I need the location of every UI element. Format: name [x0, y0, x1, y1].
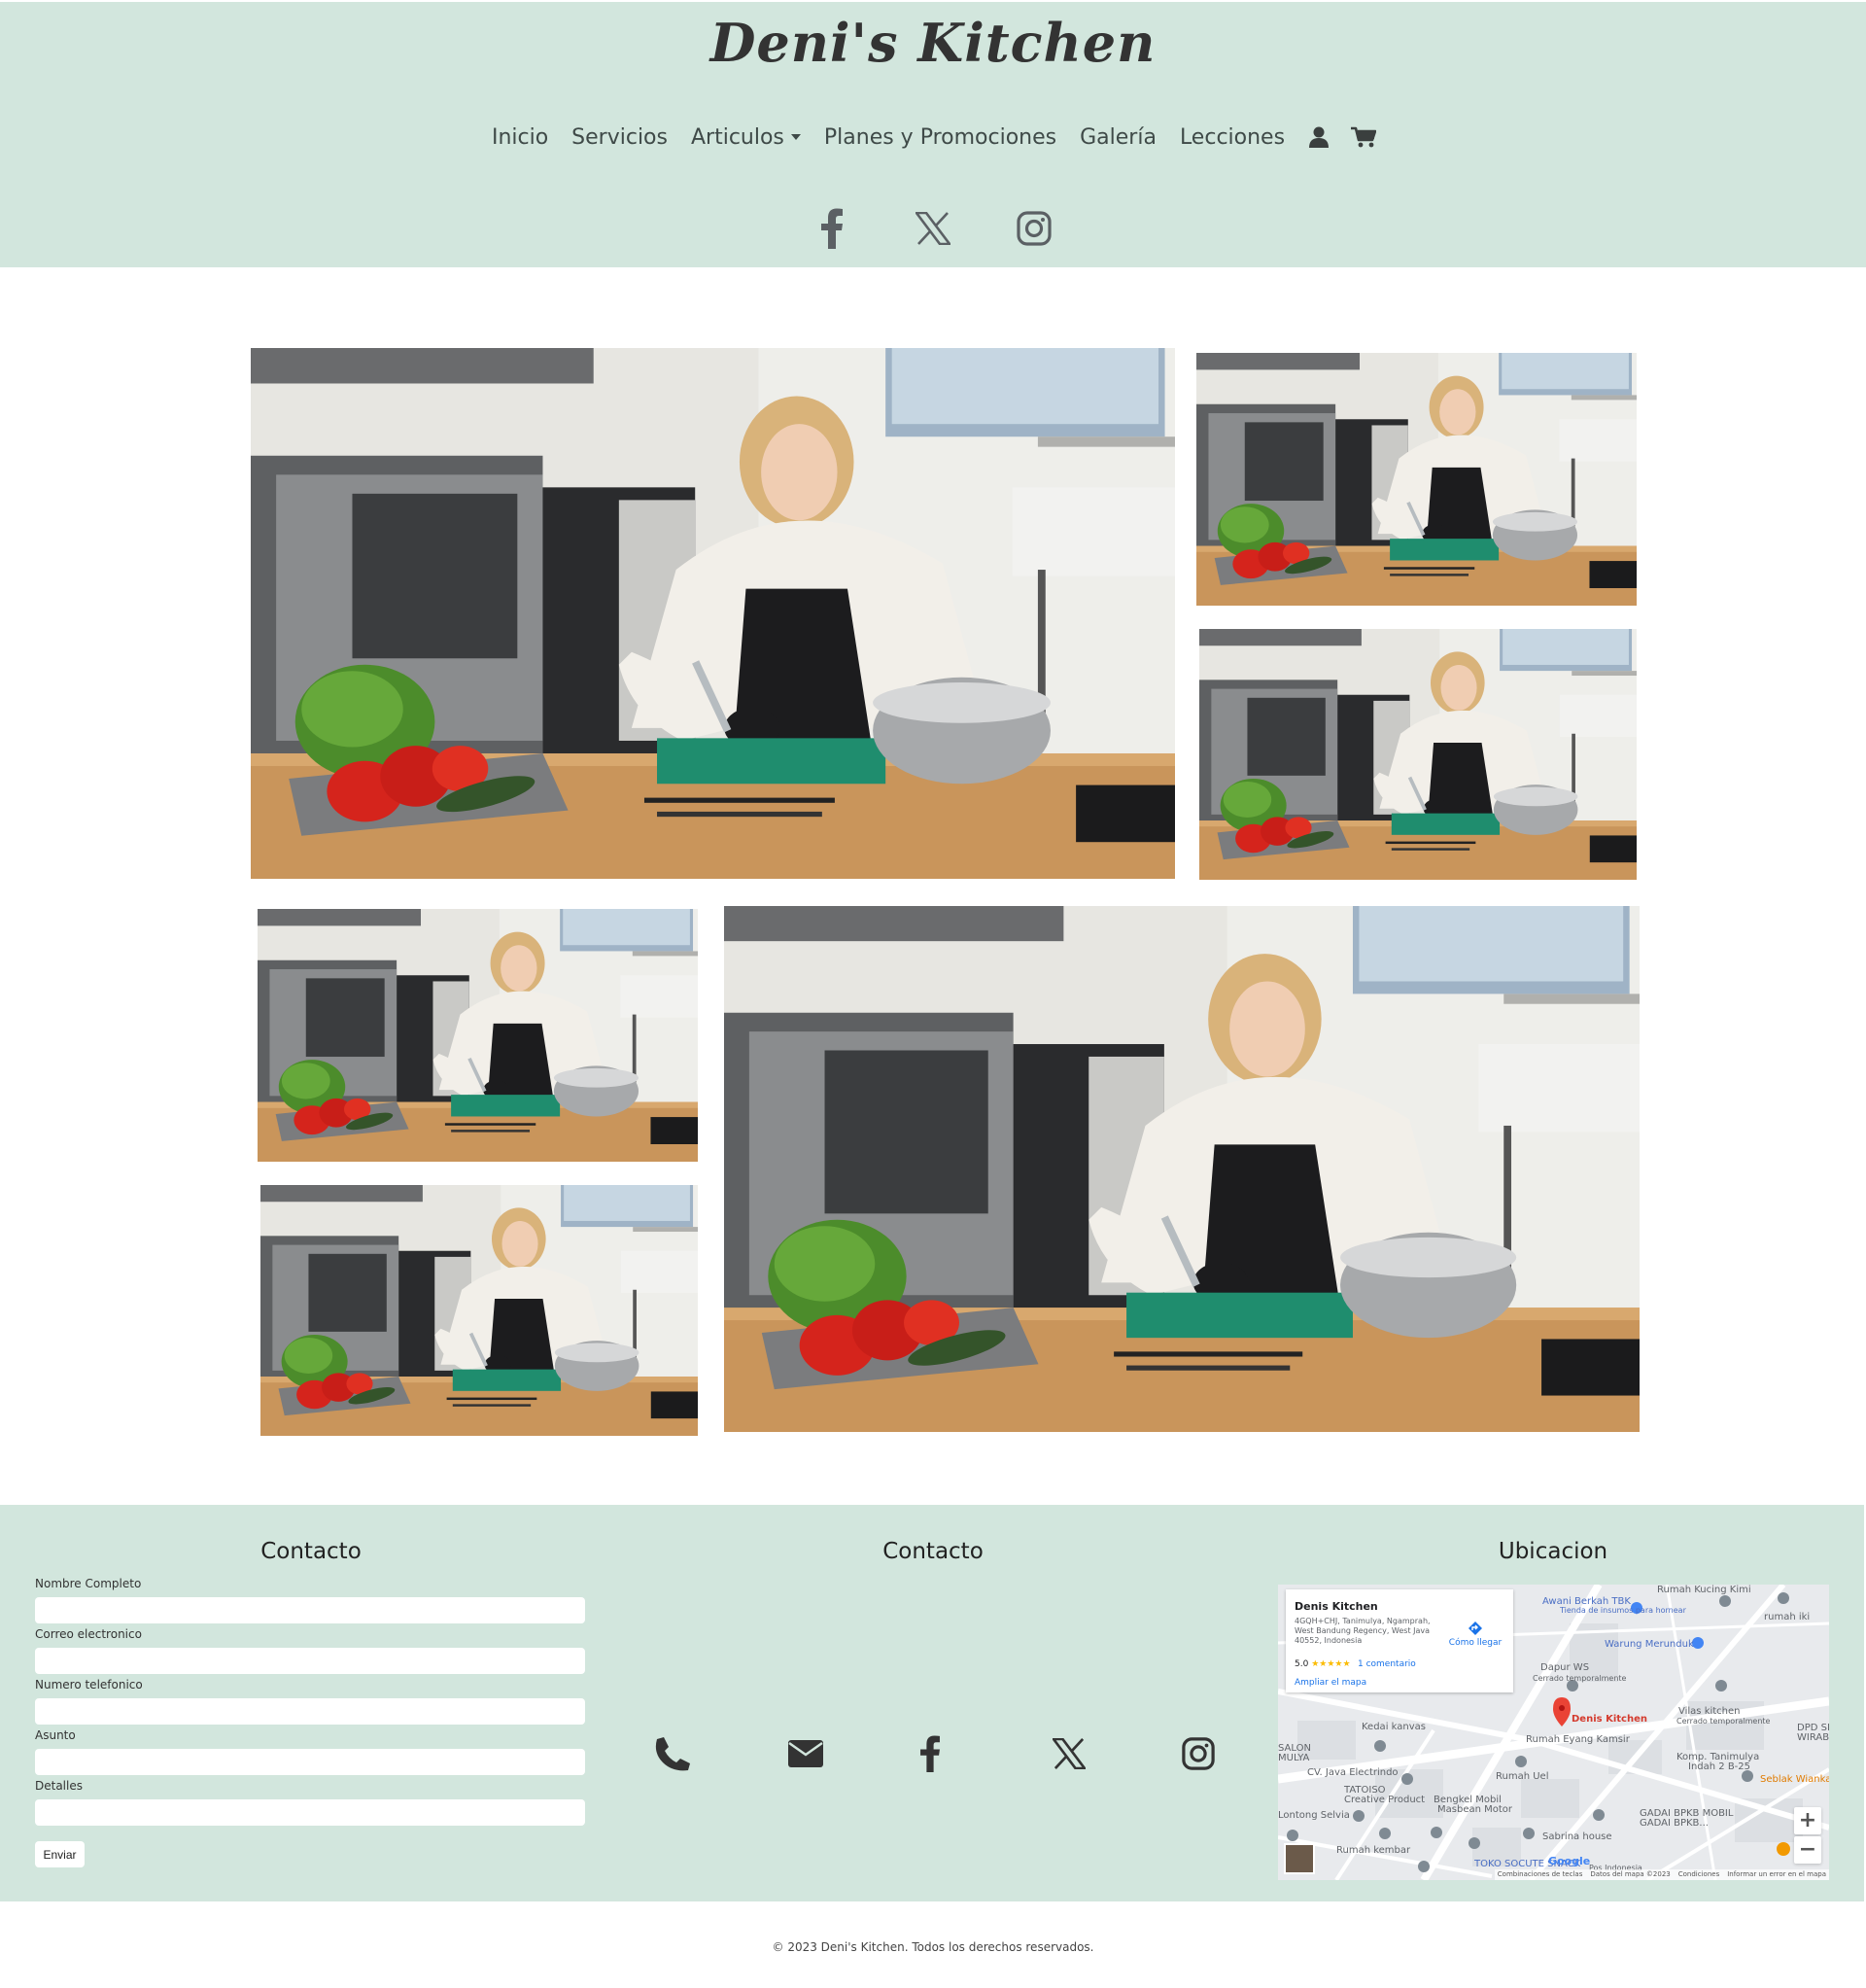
map-label: Creative Product: [1344, 1795, 1426, 1805]
map-label: rumah iki: [1764, 1612, 1811, 1622]
map-place-rating: 5.0 ★★★★★: [1295, 1659, 1351, 1669]
map-zoom-out-button[interactable]: −: [1794, 1836, 1821, 1864]
site-header: Deni's Kitchen Inicio Servicios Articulo…: [0, 2, 1866, 267]
facebook-icon[interactable]: [909, 1732, 951, 1775]
nav-label: Galería: [1080, 124, 1157, 150]
nav-label: Articulos: [690, 124, 784, 150]
map-pin-label[interactable]: Denis Kitchen: [1572, 1714, 1647, 1725]
map-place-name: Denis Kitchen: [1295, 1600, 1378, 1613]
map-directions-link[interactable]: Cómo llegar: [1446, 1622, 1504, 1648]
location-title: Ubicacion: [1498, 1539, 1608, 1564]
gallery-image-large-2[interactable]: [724, 906, 1640, 1432]
map-label: Rumah Uel: [1496, 1771, 1549, 1782]
gallery-image-small-4[interactable]: [260, 1185, 698, 1436]
map-label: Kedai kanvas: [1362, 1722, 1426, 1732]
map-place-address: 4GQH+CHJ, Tanimulya, Ngamprah, West Band…: [1295, 1617, 1431, 1645]
email-label: Correo electronico: [35, 1627, 142, 1641]
nav-item-galeria[interactable]: Galería: [1068, 125, 1168, 150]
rating-value: 5.0: [1295, 1659, 1309, 1669]
user-icon[interactable]: [1296, 122, 1341, 152]
map-reviews-link[interactable]: 1 comentario: [1358, 1659, 1416, 1669]
nav-label: Inicio: [491, 124, 549, 150]
directions-icon: [1469, 1622, 1482, 1635]
nav-item-inicio[interactable]: Inicio: [480, 125, 560, 150]
gallery-image-small-1[interactable]: [1196, 353, 1637, 606]
details-label: Detalles: [35, 1779, 83, 1793]
nav-label: Servicios: [571, 124, 668, 150]
map-label: Lontong Selvia: [1278, 1810, 1350, 1821]
map-attribution-item[interactable]: Informar un error en el mapa: [1727, 1870, 1826, 1879]
map-attribution-item: Datos del mapa ©2023: [1590, 1870, 1671, 1878]
gallery-image-large-1[interactable]: [251, 348, 1175, 879]
map-label: MULYA: [1278, 1753, 1310, 1763]
nav-item-servicios[interactable]: Servicios: [560, 125, 679, 150]
map-label: Rumah Eyang Kamsir: [1526, 1734, 1630, 1745]
map-label: Cerrado temporalmente: [1676, 1717, 1771, 1726]
nav-label: Planes y Promociones: [823, 124, 1057, 150]
star-rating-icon: ★★★★★: [1311, 1659, 1351, 1669]
x-icon[interactable]: [1048, 1732, 1090, 1775]
instagram-icon[interactable]: [1177, 1732, 1220, 1775]
cart-icon[interactable]: [1341, 122, 1386, 152]
map-label: Rumah kembar: [1336, 1845, 1411, 1856]
phone-label: Numero telefonico: [35, 1678, 143, 1692]
map-attribution-item[interactable]: Combinaciones de teclas: [1498, 1870, 1583, 1879]
details-input[interactable]: [35, 1799, 585, 1826]
facebook-icon[interactable]: [812, 206, 852, 251]
nav-item-articulos-dropdown[interactable]: Articulos: [679, 125, 812, 150]
contact-form-title: Contacto: [260, 1539, 362, 1564]
directions-label: Cómo llegar: [1448, 1638, 1503, 1648]
full-name-label: Nombre Completo: [35, 1577, 142, 1590]
instagram-icon[interactable]: [1014, 206, 1054, 251]
map-zoom-in-button[interactable]: +: [1794, 1807, 1821, 1834]
x-icon[interactable]: [913, 206, 953, 251]
gallery-image-small-2[interactable]: [1199, 629, 1637, 880]
map-label: Dapur WS: [1540, 1662, 1590, 1673]
caret-down-icon: [790, 134, 801, 140]
map-place-card: Denis Kitchen 4GQH+CHJ, Tanimulya, Ngamp…: [1286, 1589, 1513, 1692]
map-label: Indah 2 B-25: [1688, 1761, 1751, 1772]
map-label: Masbean Motor: [1437, 1804, 1513, 1815]
map-label: WIRAB: [1797, 1732, 1829, 1743]
main-nav: Inicio Servicios Articulos Planes y Prom…: [0, 122, 1866, 152]
phone-input[interactable]: [35, 1698, 585, 1725]
email-input[interactable]: [35, 1648, 585, 1674]
embedded-map[interactable]: Awani Berkah TBK Tienda de insumos para …: [1278, 1585, 1829, 1880]
nav-label: Lecciones: [1179, 124, 1286, 150]
map-label: Warung Merunduk: [1605, 1639, 1694, 1650]
nav-item-planes[interactable]: Planes y Promociones: [812, 125, 1068, 150]
map-label: Tienda de insumos para hornear: [1560, 1606, 1686, 1615]
gallery-image-small-3[interactable]: [258, 909, 698, 1162]
map-label: Sabrina house: [1542, 1831, 1612, 1842]
full-name-input[interactable]: [35, 1597, 585, 1623]
send-button[interactable]: Enviar: [35, 1841, 85, 1867]
map-label: Cerrado temporalmente: [1533, 1674, 1627, 1683]
map-layer-thumbnail[interactable]: [1284, 1843, 1315, 1874]
header-social-links: [0, 206, 1866, 251]
copyright-text: © 2023 Deni's Kitchen. Todos los derecho…: [772, 1940, 1094, 1954]
contact-icons-title: Contacto: [882, 1539, 984, 1564]
google-logo: Google: [1548, 1855, 1591, 1867]
envelope-icon[interactable]: [784, 1732, 827, 1775]
subject-label: Asunto: [35, 1728, 76, 1742]
map-enlarge-link[interactable]: Ampliar el mapa: [1295, 1678, 1366, 1688]
map-attribution-item[interactable]: Condiciones: [1678, 1870, 1719, 1879]
map-label: CV. Java Electrindo: [1307, 1767, 1399, 1778]
map-attribution: Combinaciones de teclas Datos del mapa ©…: [1494, 1869, 1829, 1880]
phone-icon[interactable]: [652, 1732, 695, 1775]
map-label: GADAI BPKB...: [1640, 1818, 1709, 1829]
site-title[interactable]: Deni's Kitchen: [0, 12, 1866, 74]
nav-item-lecciones[interactable]: Lecciones: [1168, 125, 1296, 150]
map-label: Rumah Kucing Kimi: [1657, 1585, 1751, 1595]
subject-input[interactable]: [35, 1749, 585, 1775]
map-label: Seblak Wianka: [1760, 1774, 1829, 1785]
